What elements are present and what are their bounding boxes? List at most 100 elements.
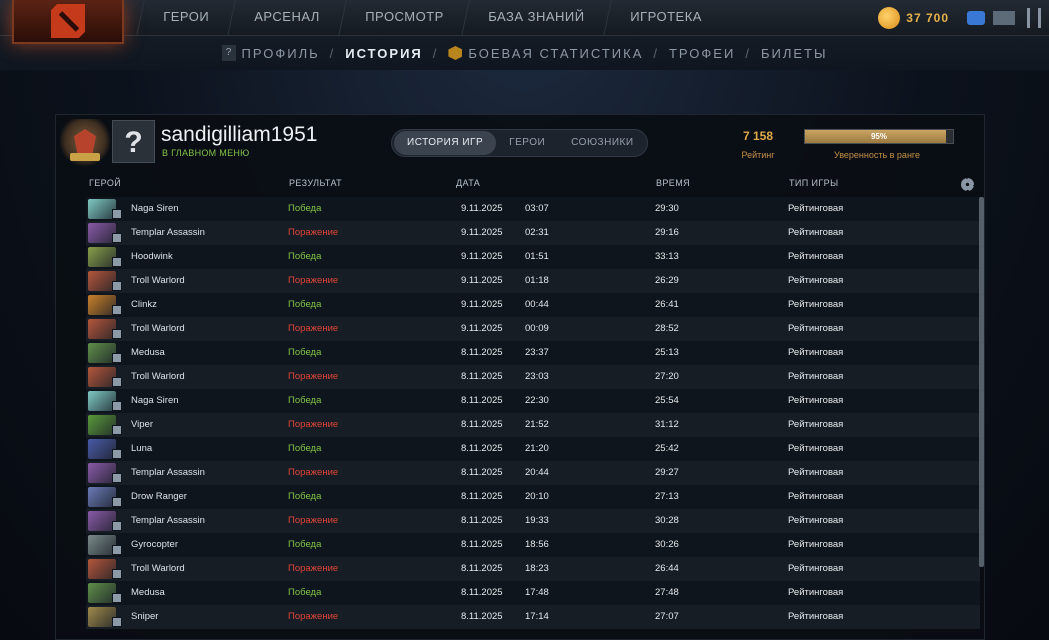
game-type: Рейтинговая bbox=[788, 443, 844, 454]
game-type: Рейтинговая bbox=[788, 251, 844, 262]
table-header: ГЕРОЙ РЕЗУЛЬТАТ ДАТА ВРЕМЯ ТИП ИГРЫ bbox=[56, 171, 986, 197]
match-result: Поражение bbox=[288, 515, 339, 526]
table-row[interactable]: Troll Warlord Поражение 8.11.2025 23:03 27:2… bbox=[86, 365, 980, 389]
tab-profile[interactable]: ? ПРОФИЛЬ bbox=[212, 45, 330, 61]
table-row[interactable]: Templar Assassin Поражение 9.11.2025 02:31 2… bbox=[86, 221, 980, 245]
match-duration: 33:13 bbox=[655, 251, 679, 262]
match-duration: 25:54 bbox=[655, 395, 679, 406]
match-result: Победа bbox=[288, 251, 322, 262]
game-type: Рейтинговая bbox=[788, 227, 844, 238]
match-date: 8.11.2025 bbox=[461, 443, 503, 454]
table-row[interactable]: Luna Победа 8.11.2025 21:20 25:42 Рейтинговая bbox=[86, 437, 980, 461]
match-start-time: 19:33 bbox=[525, 515, 549, 526]
rank-confidence-label: Уверенность в ранге bbox=[833, 150, 921, 160]
table-row[interactable]: Medusa Победа 8.11.2025 23:37 25:13 Рейтингов… bbox=[86, 341, 980, 365]
tab-tickets[interactable]: БИЛЕТЫ bbox=[751, 46, 838, 61]
table-row[interactable]: Sniper Поражение 8.11.2025 17:14 27:07 Рейтин… bbox=[86, 605, 980, 629]
match-result: Победа bbox=[288, 539, 322, 550]
col-game-type[interactable]: ТИП ИГРЫ bbox=[789, 178, 838, 188]
match-duration: 29:16 bbox=[655, 227, 679, 238]
menu-icon[interactable] bbox=[1027, 8, 1041, 28]
match-date: 8.11.2025 bbox=[461, 395, 503, 406]
match-duration: 31:12 bbox=[655, 419, 679, 430]
tab-tickets-label: БИЛЕТЫ bbox=[760, 45, 828, 61]
col-result[interactable]: РЕЗУЛЬТАТ bbox=[289, 178, 342, 188]
match-start-time: 00:44 bbox=[525, 299, 549, 310]
tab-heroes[interactable]: ГЕРОИ bbox=[496, 131, 558, 155]
rank-confidence-bar: 95% bbox=[804, 129, 954, 144]
match-start-time: 21:52 bbox=[525, 419, 549, 430]
avatar[interactable]: ? bbox=[112, 120, 155, 163]
table-row[interactable]: Naga Siren Победа 8.11.2025 22:30 25:54 Рейти… bbox=[86, 389, 980, 413]
dota-logo-button[interactable] bbox=[12, 0, 124, 44]
item-badge-icon bbox=[112, 353, 122, 363]
hero-name: Troll Warlord bbox=[131, 563, 185, 574]
table-row[interactable]: Naga Siren Победа 9.11.2025 03:07 29:30 Рейти… bbox=[86, 197, 980, 221]
tab-allies[interactable]: СОЮЗНИКИ bbox=[558, 131, 646, 155]
table-row[interactable]: Troll Warlord Поражение 9.11.2025 00:09 28:5… bbox=[86, 317, 980, 341]
game-type: Рейтинговая bbox=[788, 563, 844, 574]
hero-name: Clinkz bbox=[131, 299, 157, 310]
match-start-time: 18:23 bbox=[525, 563, 549, 574]
match-date: 8.11.2025 bbox=[461, 587, 503, 598]
hero-name: Viper bbox=[131, 419, 154, 430]
nav-arsenal[interactable]: АРСЕНАЛ bbox=[227, 0, 346, 36]
rating-label: Рейтинг bbox=[741, 150, 775, 160]
match-result: Поражение bbox=[288, 323, 339, 334]
table-row[interactable]: Templar Assassin Поражение 8.11.2025 19:33 3… bbox=[86, 509, 980, 533]
table-row[interactable]: Templar Assassin Поражение 8.11.2025 20:44 2… bbox=[86, 461, 980, 485]
col-duration[interactable]: ВРЕМЯ bbox=[656, 178, 690, 188]
scrollbar[interactable] bbox=[979, 197, 984, 567]
hero-name: Templar Assassin bbox=[131, 467, 205, 478]
rank-medal-icon[interactable] bbox=[60, 119, 110, 167]
match-date: 8.11.2025 bbox=[461, 515, 503, 526]
match-date: 8.11.2025 bbox=[461, 611, 503, 622]
match-start-time: 02:31 bbox=[525, 227, 549, 238]
match-start-time: 20:44 bbox=[525, 467, 549, 478]
game-type: Рейтинговая bbox=[788, 419, 844, 430]
col-hero[interactable]: ГЕРОЙ bbox=[89, 178, 121, 188]
tab-battle-stats[interactable]: БОЕВАЯ СТАТИСТИКА bbox=[438, 46, 653, 61]
table-row[interactable]: Hoodwink Победа 9.11.2025 01:51 33:13 Рейтинг… bbox=[86, 245, 980, 269]
item-badge-icon bbox=[112, 305, 122, 315]
nav-arcade[interactable]: ИГРОТЕКА bbox=[602, 0, 728, 36]
hero-name: Troll Warlord bbox=[131, 371, 185, 382]
tab-trophies[interactable]: ТРОФЕИ bbox=[659, 46, 745, 61]
tab-battle-stats-label: БОЕВАЯ СТАТИСТИКА bbox=[468, 45, 644, 61]
mail-icon[interactable] bbox=[993, 11, 1015, 25]
match-result: Победа bbox=[288, 491, 322, 502]
match-date: 9.11.2025 bbox=[461, 275, 503, 286]
table-row[interactable]: Viper Поражение 8.11.2025 21:52 31:12 Рейтинг… bbox=[86, 413, 980, 437]
match-start-time: 23:37 bbox=[525, 347, 549, 358]
nav-knowledge-base[interactable]: БАЗА ЗНАНИЙ bbox=[461, 0, 611, 36]
table-row[interactable]: Gyrocopter Победа 8.11.2025 18:56 30:26 Рейти… bbox=[86, 533, 980, 557]
game-type: Рейтинговая bbox=[788, 395, 844, 406]
table-row[interactable]: Medusa Победа 8.11.2025 17:48 27:48 Рейтингов… bbox=[86, 581, 980, 605]
match-date: 8.11.2025 bbox=[461, 539, 503, 550]
match-date: 8.11.2025 bbox=[461, 491, 503, 502]
nav-watch[interactable]: ПРОСМОТР bbox=[337, 0, 470, 36]
match-date: 8.11.2025 bbox=[461, 419, 503, 430]
match-result: Победа bbox=[288, 443, 322, 454]
tab-match-history[interactable]: ИСТОРИЯ ИГР bbox=[394, 131, 497, 155]
nav-heroes[interactable]: ГЕРОИ bbox=[136, 0, 235, 36]
match-result: Поражение bbox=[288, 227, 339, 238]
table-row[interactable]: Troll Warlord Поражение 9.11.2025 01:18 26:2… bbox=[86, 269, 980, 293]
match-result: Победа bbox=[288, 347, 322, 358]
match-result: Победа bbox=[288, 299, 322, 310]
chat-icon[interactable] bbox=[967, 11, 985, 25]
table-row[interactable]: Clinkz Победа 9.11.2025 00:44 26:41 Рейтингов… bbox=[86, 293, 980, 317]
match-date: 9.11.2025 bbox=[461, 203, 503, 214]
match-duration: 27:48 bbox=[655, 587, 679, 598]
gear-icon[interactable] bbox=[961, 178, 974, 191]
match-start-time: 20:10 bbox=[525, 491, 549, 502]
match-result: Поражение bbox=[288, 611, 339, 622]
table-row[interactable]: Troll Warlord Поражение 8.11.2025 18:23 26:4… bbox=[86, 557, 980, 581]
shards-icon[interactable] bbox=[878, 7, 901, 29]
table-row[interactable]: Drow Ranger Победа 8.11.2025 20:10 27:13 Рейт… bbox=[86, 485, 980, 509]
rating-value: 7 158 bbox=[742, 129, 774, 143]
tab-history[interactable]: ИСТОРИЯ bbox=[335, 46, 433, 61]
col-date[interactable]: ДАТА bbox=[456, 178, 480, 188]
item-badge-icon bbox=[112, 257, 122, 267]
item-badge-icon bbox=[112, 545, 122, 555]
